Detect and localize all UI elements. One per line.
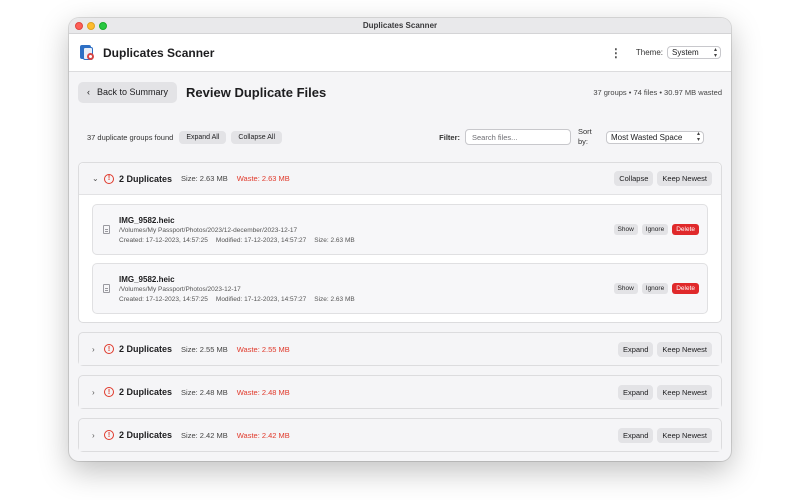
group-size: Size: 2.63 MB — [181, 174, 228, 183]
keep-newest-button[interactable]: Keep Newest — [657, 171, 712, 186]
app-title: Duplicates Scanner — [103, 45, 215, 60]
document-icon — [103, 225, 110, 234]
file-created: Created: 17-12-2023, 14:57:25 — [119, 236, 208, 244]
expand-group-button[interactable]: Expand — [617, 427, 654, 443]
keep-newest-button[interactable]: Keep Newest — [657, 384, 712, 400]
expand-group-button[interactable]: Expand — [617, 384, 654, 400]
file-path: /Volumes/My Passport/Photos/2023-12-17 — [119, 285, 241, 293]
app-logo-icon — [79, 44, 95, 61]
file-name: IMG_9582.heic — [119, 215, 175, 225]
minimize-window-button[interactable] — [87, 22, 95, 30]
keep-newest-button[interactable]: Keep Newest — [657, 427, 712, 443]
file-modified: Modified: 17-12-2023, 14:57:27 — [215, 295, 307, 303]
chevron-right-icon[interactable]: › — [92, 388, 101, 397]
file-item: IMG_9582.heic /Volumes/My Passport/Photo… — [92, 263, 708, 314]
theme-label: Theme: — [635, 48, 663, 57]
keep-newest-button[interactable]: Keep Newest — [657, 341, 712, 357]
chevron-right-icon[interactable]: › — [92, 431, 101, 440]
group-waste: Waste: 2.42 MB — [236, 430, 290, 440]
back-to-summary-button[interactable]: ‹ Back to Summary — [78, 81, 178, 103]
list-toolbar: 37 duplicate groups found Expand All Col… — [78, 112, 722, 162]
duplicate-group: › ! 2 Duplicates Size: 2.48 MB Waste: 2.… — [78, 375, 722, 409]
collapse-all-button[interactable]: Collapse All — [231, 130, 282, 144]
sort-select[interactable]: Most Wasted Space ▴ ▾ — [606, 130, 704, 144]
main-content: ‹ Back to Summary Review Duplicate Files… — [69, 72, 731, 452]
warning-icon: ! — [104, 430, 114, 440]
file-item: IMG_9582.heic /Volumes/My Passport/Photo… — [92, 204, 708, 255]
show-file-button[interactable]: Show — [613, 224, 638, 235]
delete-file-button[interactable]: Delete — [672, 224, 699, 235]
groups-found-text: 37 duplicate groups found — [87, 132, 174, 142]
file-size: Size: 2.63 MB — [314, 236, 355, 244]
chevron-right-icon[interactable]: › — [92, 345, 101, 354]
title-bar: Duplicates Scanner — [69, 18, 731, 34]
file-name: IMG_9582.heic — [119, 274, 175, 284]
group-waste: Waste: 2.48 MB — [236, 387, 290, 397]
delete-file-button[interactable]: Delete — [672, 283, 699, 294]
file-created: Created: 17-12-2023, 14:57:25 — [119, 295, 208, 303]
maximize-window-button[interactable] — [99, 22, 107, 30]
group-size: Size: 2.55 MB — [181, 344, 228, 354]
search-files-input[interactable] — [465, 129, 571, 145]
window-controls — [75, 22, 107, 30]
filter-label: Filter: — [439, 132, 460, 142]
file-modified: Modified: 17-12-2023, 14:57:27 — [215, 236, 307, 244]
document-icon — [103, 284, 110, 293]
updown-chevron-icon: ▴ ▾ — [713, 46, 717, 59]
group-waste: Waste: 2.55 MB — [236, 344, 290, 354]
duplicate-group: ⌄ ! 2 Duplicates Size: 2.63 MB Waste: 2.… — [78, 162, 722, 323]
group-size: Size: 2.42 MB — [181, 430, 228, 440]
app-header: Duplicates Scanner ⋮ Theme: System ▴ ▾ — [69, 34, 731, 72]
back-button-label: Back to Summary — [97, 87, 169, 97]
expand-all-button[interactable]: Expand All — [179, 130, 227, 144]
chevron-down-icon[interactable]: ⌄ — [92, 174, 101, 183]
theme-select-value: System — [672, 48, 699, 57]
collapse-group-button[interactable]: Collapse — [614, 171, 654, 186]
chevron-left-icon: ‹ — [87, 87, 90, 97]
page-title: Review Duplicate Files — [186, 84, 327, 100]
group-size: Size: 2.48 MB — [181, 387, 228, 397]
group-title: 2 Duplicates — [119, 173, 173, 184]
group-files: IMG_9582.heic /Volumes/My Passport/Photo… — [79, 195, 721, 314]
group-header[interactable]: ⌄ ! 2 Duplicates Size: 2.63 MB Waste: 2.… — [79, 163, 721, 195]
warning-icon: ! — [104, 344, 114, 354]
warning-icon: ! — [104, 173, 114, 184]
app-window: Duplicates Scanner Duplicates Scanner ⋮ … — [69, 18, 731, 461]
close-window-button[interactable] — [75, 22, 83, 30]
group-header[interactable]: › ! 2 Duplicates Size: 2.42 MB Waste: 2.… — [79, 419, 721, 451]
ignore-file-button[interactable]: Ignore — [641, 283, 669, 294]
group-header[interactable]: › ! 2 Duplicates Size: 2.55 MB Waste: 2.… — [79, 333, 721, 365]
group-title: 2 Duplicates — [119, 344, 173, 354]
group-title: 2 Duplicates — [119, 387, 173, 397]
updown-chevron-icon: ▴ ▾ — [696, 131, 700, 143]
page-topbar: ‹ Back to Summary Review Duplicate Files… — [78, 72, 722, 112]
expand-group-button[interactable]: Expand — [617, 341, 654, 357]
file-size: Size: 2.63 MB — [314, 295, 355, 303]
file-path: /Volumes/My Passport/Photos/2023/12-dece… — [119, 226, 298, 234]
theme-select[interactable]: System ▴ ▾ — [667, 46, 721, 59]
duplicate-group: › ! 2 Duplicates Size: 2.42 MB Waste: 2.… — [78, 418, 722, 452]
sort-select-value: Most Wasted Space — [611, 132, 683, 142]
summary-stats: 37 groups • 74 files • 30.97 MB wasted — [593, 87, 722, 97]
duplicate-group: › ! 2 Duplicates Size: 2.55 MB Waste: 2.… — [78, 332, 722, 366]
ignore-file-button[interactable]: Ignore — [641, 224, 669, 235]
group-header[interactable]: › ! 2 Duplicates Size: 2.48 MB Waste: 2.… — [79, 376, 721, 408]
group-title: 2 Duplicates — [119, 430, 173, 440]
warning-icon: ! — [104, 387, 114, 397]
group-waste: Waste: 2.63 MB — [236, 174, 290, 183]
sort-label: Sort by: — [578, 127, 592, 146]
window-title: Duplicates Scanner — [362, 21, 438, 30]
show-file-button[interactable]: Show — [613, 283, 638, 294]
more-options-icon[interactable]: ⋮ — [610, 46, 622, 60]
